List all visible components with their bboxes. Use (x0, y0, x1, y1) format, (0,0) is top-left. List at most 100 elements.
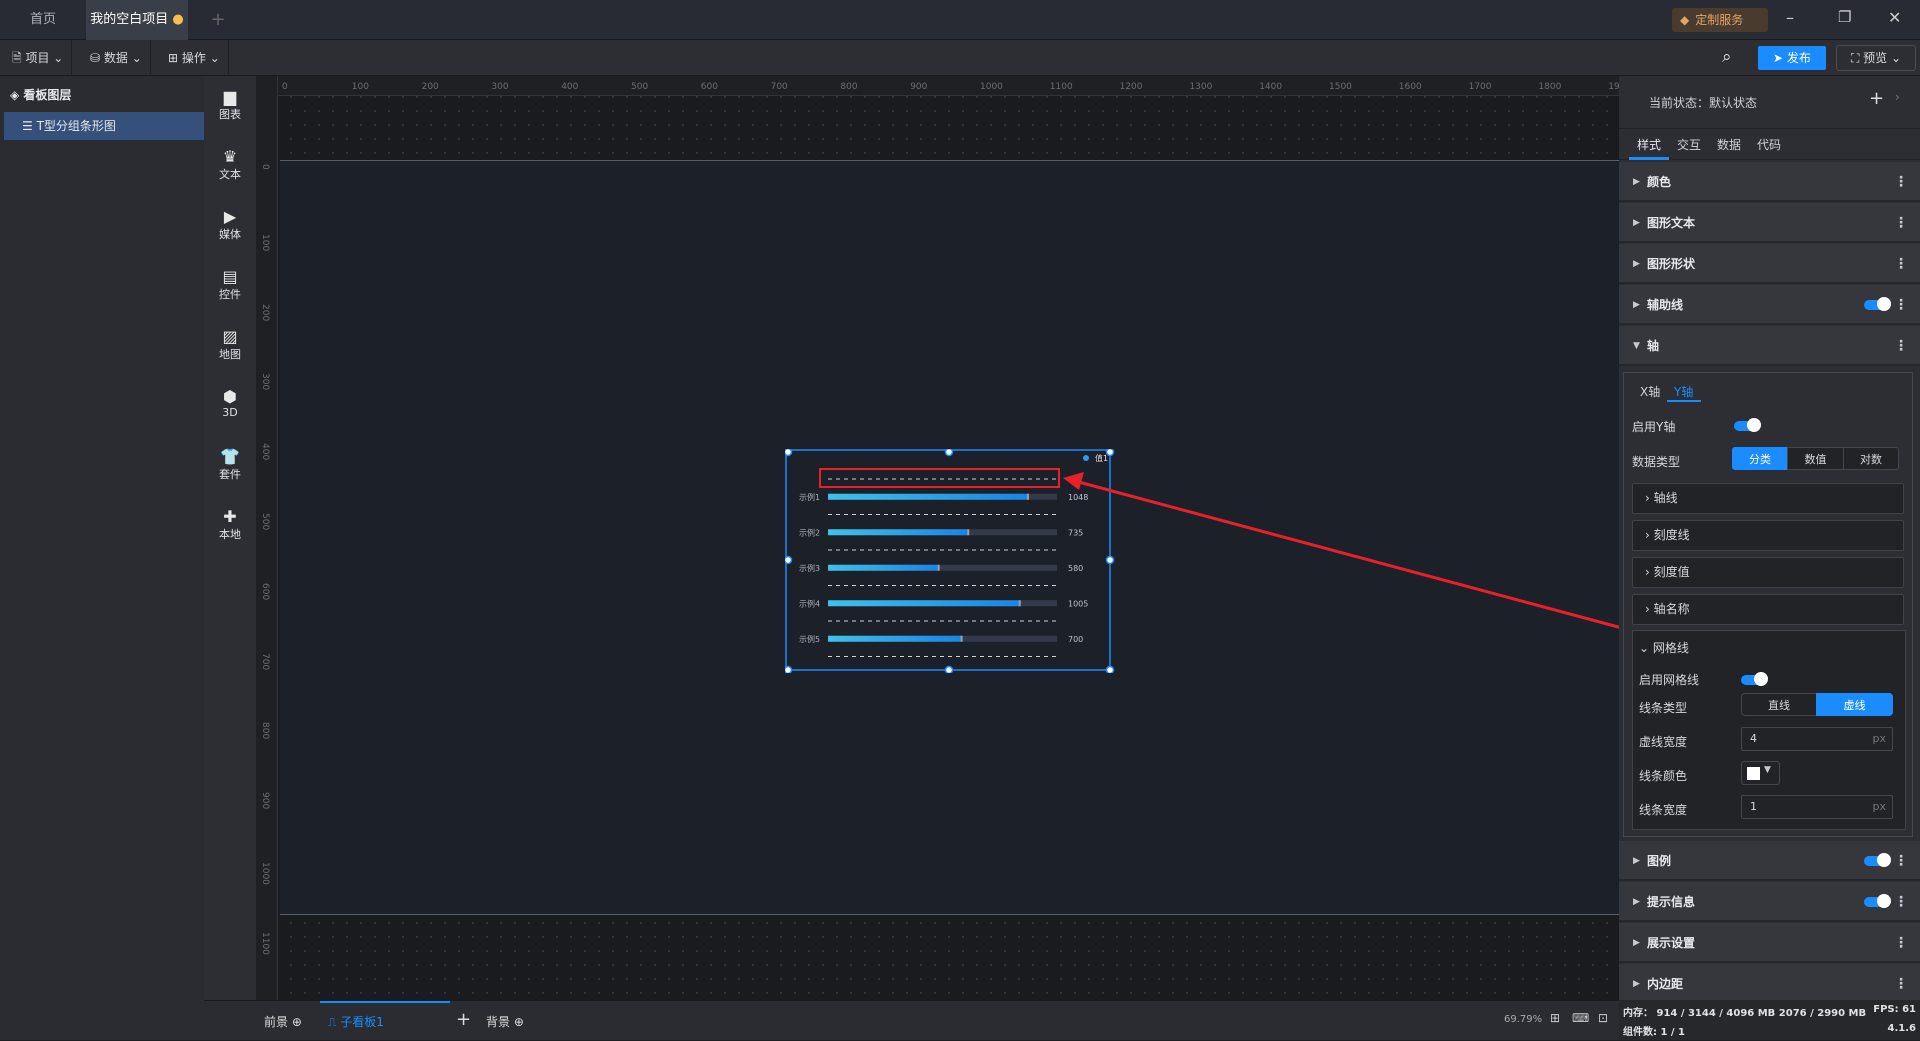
file-icon: 🗎 (12, 51, 26, 65)
section-legend[interactable]: ▶ 图例 ⋮ (1619, 841, 1920, 881)
close-icon[interactable]: ✕ (1888, 8, 1901, 27)
resize-handle[interactable] (785, 555, 793, 565)
add-tab-button[interactable]: + (206, 0, 230, 40)
section-display[interactable]: ▶ 展示设置 ⋮ (1619, 923, 1920, 963)
layers-icon: ◈ (10, 88, 24, 102)
enable-grid-toggle[interactable] (1741, 672, 1768, 686)
more-icon[interactable]: ⋮ (1894, 244, 1908, 284)
resize-handle[interactable] (1105, 449, 1115, 457)
add-circle-icon[interactable]: ⊕ (292, 1015, 302, 1029)
section-shape-text[interactable]: ▶ 图形文本 ⋮ (1619, 203, 1920, 243)
bar-chart[interactable]: 示例1 1048 示例2 735 示例3 580 示例4 1005 示例5 700 值1 (785, 449, 1115, 673)
fit-screen-icon[interactable]: ⊞ (1550, 1011, 1560, 1025)
layer-item[interactable]: ☰ T型分组条形图 (4, 112, 204, 140)
more-icon[interactable]: ⋮ (1894, 162, 1908, 202)
publish-button[interactable]: ➤ 发布 (1758, 46, 1826, 70)
more-icon[interactable]: ⋮ (1894, 964, 1908, 1004)
resize-handle[interactable] (944, 449, 954, 457)
bar (828, 635, 962, 642)
more-icon[interactable]: ⋮ (1894, 841, 1908, 881)
restore-icon[interactable]: ❐ (1838, 8, 1851, 26)
dash-width-input[interactable]: 4 px (1741, 727, 1893, 751)
more-icon[interactable]: ⋮ (1894, 285, 1908, 325)
guide-line-toggle[interactable] (1864, 297, 1891, 311)
tab-project[interactable]: 我的空白项目 ● (86, 0, 188, 40)
chevron-right-icon: › (1645, 528, 1654, 542)
section-guide-line[interactable]: ▶ 辅助线 ⋮ (1619, 285, 1920, 325)
ruler-tick-label: 1200 (1119, 82, 1143, 92)
minimize-icon[interactable]: – (1786, 8, 1794, 27)
section-axis[interactable]: ▼ 轴 ⋮ (1619, 326, 1920, 366)
custom-service-button[interactable]: ◆ 定制服务 (1672, 8, 1768, 32)
enable-y-axis-toggle[interactable] (1734, 418, 1761, 432)
resize-handle[interactable] (785, 449, 793, 457)
chevron-down-icon: ⌄ (1639, 641, 1653, 655)
data-type-category[interactable]: 分类 (1732, 447, 1788, 470)
component-controls[interactable]: ▤ 控件 (204, 268, 256, 302)
tab-data[interactable]: 数据 (1717, 136, 1741, 153)
component-bar: ▆ 图表 ♛ 文本 ▶ 媒体 ▤ 控件 ▨ 地图 ⬢ 3D 👕 套件 ✚ 本地 (204, 76, 256, 1000)
subboard-tab[interactable]: ⎍ 子看板1 (320, 1001, 450, 1041)
grid-line-title: 网格线 (1652, 641, 1689, 655)
resize-handle[interactable] (944, 665, 954, 674)
sub-tick-value[interactable]: › 刻度值 (1632, 557, 1904, 588)
component-text[interactable]: ♛ 文本 (204, 148, 256, 182)
data-type-value[interactable]: 数值 (1787, 447, 1844, 470)
add-state-icon[interactable]: + (1869, 88, 1884, 109)
component-local[interactable]: ✚ 本地 (204, 508, 256, 542)
section-color[interactable]: ▶ 颜色 ⋮ (1619, 162, 1920, 202)
add-circle-icon[interactable]: ⊕ (514, 1015, 524, 1029)
resize-handle[interactable] (1105, 665, 1115, 674)
keyboard-icon[interactable]: ⌨ (1572, 1011, 1589, 1025)
line-width-input[interactable]: 1 px (1741, 795, 1893, 819)
foreground-tab[interactable]: 前景 ⊕ (264, 1013, 302, 1030)
component-chart[interactable]: ▆ 图表 (204, 88, 256, 122)
more-icon[interactable]: ⋮ (1894, 326, 1908, 366)
section-shape[interactable]: ▶ 图形形状 ⋮ (1619, 244, 1920, 284)
line-type-dashed[interactable]: 虚线 (1816, 693, 1893, 716)
component-map[interactable]: ▨ 地图 (204, 328, 256, 362)
section-label: 提示信息 (1647, 895, 1696, 909)
preview-button[interactable]: ⛶ 预览 ⌄ (1836, 45, 1916, 71)
line-type-solid[interactable]: 直线 (1741, 693, 1817, 716)
resize-handle[interactable] (1105, 555, 1115, 565)
component-3d[interactable]: ⬢ 3D (204, 388, 256, 420)
more-icon[interactable]: ⋮ (1894, 882, 1908, 922)
ruler-tick-label: 0 (282, 82, 288, 92)
tab-interaction[interactable]: 交互 (1677, 136, 1701, 153)
terminal-icon[interactable]: ⊡ (1598, 1011, 1608, 1025)
ruler-tick-label: 700 (260, 652, 270, 670)
tab-code[interactable]: 代码 (1757, 136, 1781, 153)
search-icon[interactable]: ⌕ (1722, 47, 1732, 67)
component-media[interactable]: ▶ 媒体 (204, 208, 256, 242)
legend-toggle[interactable] (1864, 853, 1891, 867)
menu-project[interactable]: 🗎 项目 ⌄ (4, 40, 73, 76)
sub-tick-line[interactable]: › 刻度线 (1632, 520, 1904, 551)
grid-line-header[interactable]: ⌄ 网格线 (1639, 639, 1689, 656)
menu-data[interactable]: ⛁ 数据 ⌄ (82, 40, 151, 76)
chevron-right-icon[interactable]: › (1895, 90, 1900, 104)
crown-icon: ♛ (222, 147, 238, 166)
tooltip-toggle[interactable] (1864, 894, 1891, 908)
ruler-tick-label: 1100 (260, 931, 270, 955)
caret-right-icon: ▶ (1633, 177, 1640, 187)
tab-home[interactable]: 首页 (0, 0, 86, 40)
ruler-tick-label: 900 (910, 82, 928, 92)
menu-operate[interactable]: ⊞ 操作 ⌄ (160, 40, 229, 76)
component-kit[interactable]: 👕 套件 (204, 448, 256, 482)
tab-x-axis[interactable]: X轴 (1640, 383, 1660, 400)
background-tab[interactable]: 背景 ⊕ (486, 1013, 524, 1030)
resize-handle[interactable] (785, 665, 793, 674)
more-icon[interactable]: ⋮ (1894, 923, 1908, 963)
sub-axis-name[interactable]: › 轴名称 (1632, 594, 1904, 625)
section-padding[interactable]: ▶ 内边距 ⋮ (1619, 964, 1920, 1004)
add-subboard-button[interactable]: + (456, 1009, 471, 1030)
tab-y-axis[interactable]: Y轴 (1674, 383, 1693, 400)
ruler-tick-label: 1700 (1468, 82, 1492, 92)
data-type-log[interactable]: 对数 (1843, 447, 1899, 470)
sub-axis-line[interactable]: › 轴线 (1632, 483, 1904, 514)
section-tooltip[interactable]: ▶ 提示信息 ⋮ (1619, 882, 1920, 922)
more-icon[interactable]: ⋮ (1894, 203, 1908, 243)
tab-style[interactable]: 样式 (1637, 136, 1661, 153)
line-color-picker[interactable]: ▼ (1741, 761, 1780, 785)
